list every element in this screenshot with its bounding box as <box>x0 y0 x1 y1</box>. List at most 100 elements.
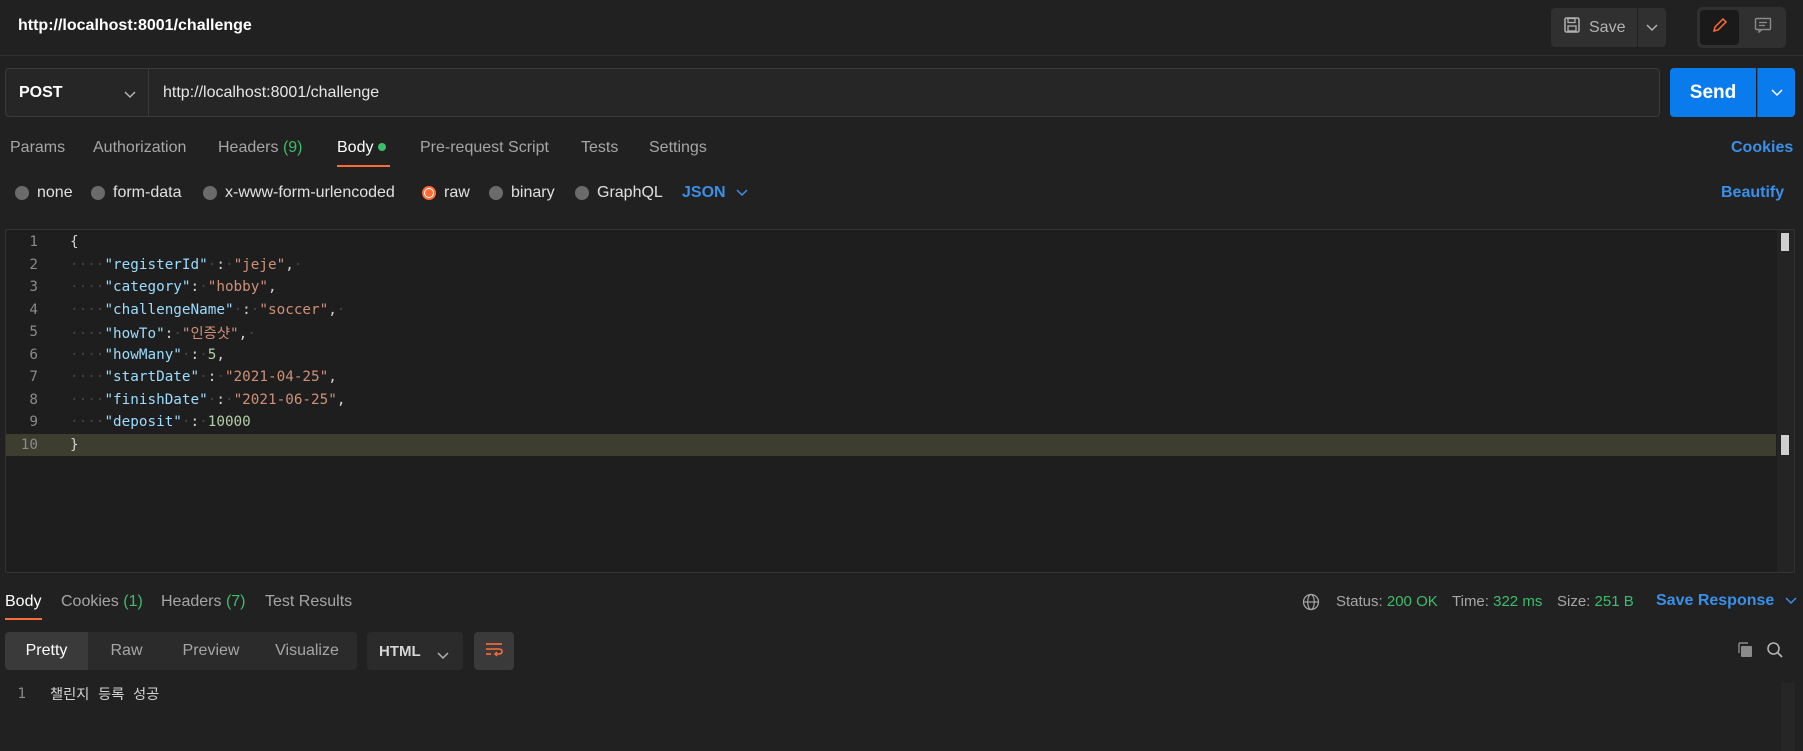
editor-line[interactable]: 9 ····"deposit"·:·10000 <box>6 411 1776 434</box>
code-token: "2021-04-25" <box>224 369 329 386</box>
save-response-label: Save Response <box>1656 592 1775 609</box>
code-token: ···· <box>70 301 105 318</box>
editor-line[interactable]: 7 ····"startDate"·:·"2021-04-25", <box>6 366 1776 389</box>
code-token: · <box>173 325 182 342</box>
line-number: 4 <box>29 301 38 318</box>
chevron-down-icon <box>736 184 748 202</box>
body-type-graphql[interactable]: GraphQL <box>575 184 663 202</box>
line-code: } <box>52 437 79 453</box>
editor-line[interactable]: 4 ····"challengeName"·:·"soccer",· <box>6 299 1776 322</box>
response-tab-headers[interactable]: Headers (7) <box>161 593 246 611</box>
editor-scrollbar[interactable] <box>1777 230 1794 572</box>
format-pretty[interactable]: Pretty <box>5 632 88 670</box>
editor-line[interactable]: 10} <box>6 433 1776 456</box>
body-type-form-data[interactable]: form-data <box>91 184 181 202</box>
time-info: Time: 322 ms <box>1452 593 1542 610</box>
body-type-binary-label: binary <box>511 184 555 201</box>
send-button[interactable]: Send <box>1670 68 1756 117</box>
body-type-binary[interactable]: binary <box>489 184 555 202</box>
edit-mode-button[interactable] <box>1700 10 1739 45</box>
tab-headers-label: Headers <box>218 139 279 156</box>
globe-icon[interactable] <box>1302 593 1320 615</box>
tab-headers[interactable]: Headers (9) <box>218 139 303 157</box>
tab-authorization[interactable]: Authorization <box>93 139 186 157</box>
url-input[interactable]: http://localhost:8001/challenge <box>149 68 1660 117</box>
body-type-none[interactable]: none <box>15 184 73 202</box>
comments-button[interactable] <box>1743 10 1782 45</box>
code-token: ···· <box>70 256 105 273</box>
cookies-link[interactable]: Cookies <box>1731 139 1793 157</box>
response-language-select[interactable]: HTML <box>367 632 463 670</box>
tab-params[interactable]: Params <box>10 139 65 157</box>
code-token: } <box>70 436 79 453</box>
tab-settings[interactable]: Settings <box>649 139 707 157</box>
code-token: · <box>199 279 208 296</box>
save-options-button[interactable] <box>1638 8 1666 47</box>
radio-icon <box>489 186 503 200</box>
response-headers-count: (7) <box>225 593 246 610</box>
body-type-raw[interactable]: raw <box>422 184 470 202</box>
save-response-button[interactable]: Save Response <box>1656 592 1797 610</box>
search-icon[interactable] <box>1764 639 1786 661</box>
format-preview[interactable]: Preview <box>165 632 257 670</box>
editor-line[interactable]: 2 ····"registerId"·:·"jeje",· <box>6 254 1776 277</box>
size-value[interactable]: 251 B <box>1595 593 1634 610</box>
line-number: 8 <box>29 391 38 408</box>
editor-line[interactable]: 6 ····"howMany"·:·5, <box>6 344 1776 367</box>
radio-icon <box>15 186 29 200</box>
code-token: "category" <box>104 279 191 296</box>
editor-line[interactable]: 3 ····"category":·"hobby", <box>6 276 1776 299</box>
scroll-marker <box>1781 233 1789 251</box>
response-tab-headers-label: Headers <box>161 593 222 610</box>
response-active-tab-indicator <box>5 618 42 620</box>
send-options-button[interactable] <box>1757 68 1795 117</box>
request-title[interactable]: http://localhost:8001/challenge <box>18 17 252 35</box>
code-token: ···· <box>70 279 105 296</box>
body-type-urlencoded[interactable]: x-www-form-urlencoded <box>203 184 395 202</box>
response-tab-test-results[interactable]: Test Results <box>265 593 352 611</box>
response-tab-body[interactable]: Body <box>5 593 41 611</box>
scroll-marker <box>1781 434 1789 455</box>
status-value[interactable]: 200 OK <box>1387 593 1438 610</box>
line-code: ····"registerId"·:·"jeje",· <box>52 257 302 273</box>
code-token: · <box>336 301 346 318</box>
code-token: ···· <box>70 346 105 363</box>
code-token: { <box>70 234 79 251</box>
chevron-down-icon <box>1770 84 1783 102</box>
code-token: · <box>199 346 208 363</box>
save-button[interactable]: Save <box>1551 8 1637 47</box>
code-token: "howTo" <box>104 325 165 342</box>
wrap-lines-button[interactable] <box>474 632 514 670</box>
tab-prerequest-script[interactable]: Pre-request Script <box>420 139 549 157</box>
tab-body[interactable]: Body <box>337 139 387 157</box>
line-code: ····"challengeName"·:·"soccer",· <box>52 302 345 318</box>
code-token: , <box>328 369 337 386</box>
beautify-link[interactable]: Beautify <box>1721 184 1784 202</box>
chevron-down-icon <box>124 86 136 104</box>
response-tab-cookies[interactable]: Cookies (1) <box>61 593 143 611</box>
time-value[interactable]: 322 ms <box>1493 593 1542 610</box>
line-number: 2 <box>29 256 38 273</box>
body-format-select[interactable]: JSON <box>682 184 748 202</box>
copy-icon[interactable] <box>1734 639 1756 661</box>
code-token: ···· <box>70 325 105 342</box>
editor-line[interactable]: 5 ····"howTo":·"인증샷",· <box>6 321 1776 344</box>
format-visualize[interactable]: Visualize <box>257 632 357 670</box>
tab-tests[interactable]: Tests <box>581 139 618 157</box>
pencil-icon <box>1711 16 1729 39</box>
code-token: "finishDate" <box>104 391 208 408</box>
headers-count: (9) <box>282 139 303 156</box>
code-token: · <box>181 346 191 363</box>
method-value: POST <box>19 83 63 101</box>
time-label: Time: <box>1452 593 1489 610</box>
cookies-count: (1) <box>123 593 143 610</box>
editor-line[interactable]: 8 ····"finishDate"·:·"2021-06-25", <box>6 389 1776 412</box>
format-raw[interactable]: Raw <box>88 632 165 670</box>
method-select[interactable]: POST <box>5 68 149 117</box>
request-body-editor[interactable]: 1{2 ····"registerId"·:·"jeje",· 3 ····"cate… <box>5 229 1795 573</box>
response-scrollbar[interactable] <box>1781 683 1795 751</box>
code-token: "howMany" <box>104 346 182 363</box>
editor-line[interactable]: 1{ <box>6 231 1776 254</box>
status-label: Status: <box>1336 593 1383 610</box>
code-token: : <box>190 346 200 363</box>
